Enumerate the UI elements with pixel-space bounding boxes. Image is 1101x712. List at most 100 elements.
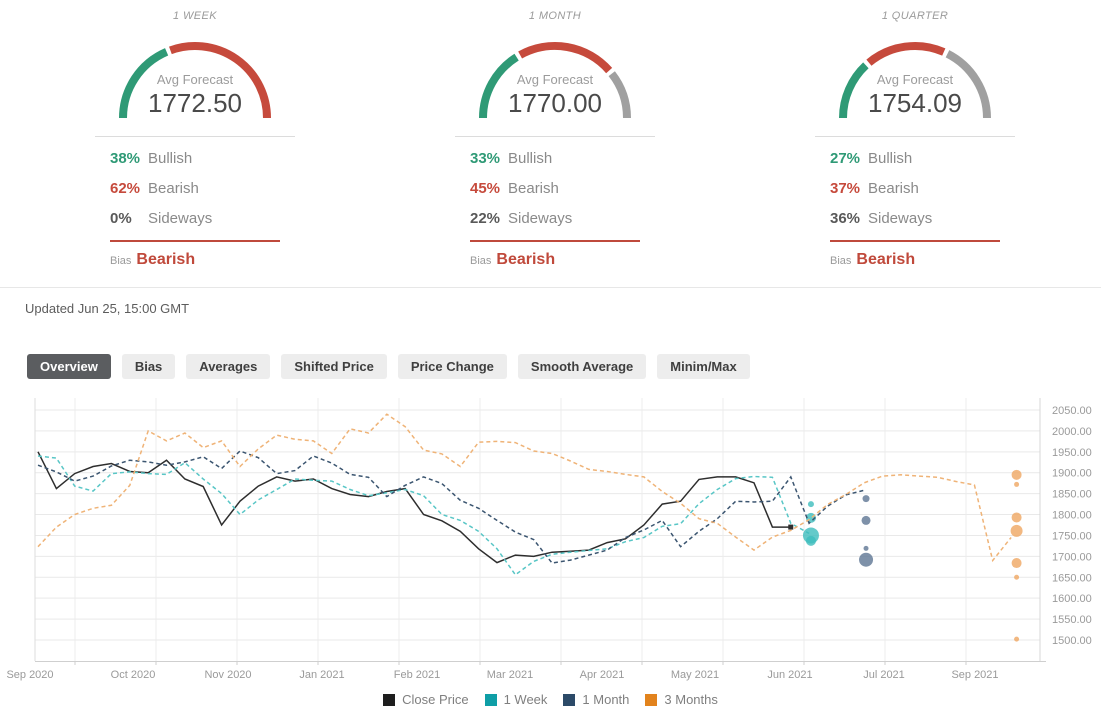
forecast-card-1-quarter: 1 QUARTER Avg Forecast 1754.09 27% Bullis…	[815, 10, 1015, 269]
tab-averages[interactable]: Averages	[186, 354, 271, 379]
forecast-card-1-week: 1 WEEK Avg Forecast 1772.50 38% Bullish 6…	[95, 10, 295, 269]
legend-label: 1 Week	[503, 692, 548, 707]
tab-smooth-average[interactable]: Smooth Average	[517, 354, 647, 379]
svg-text:Mar 2021: Mar 2021	[487, 669, 533, 681]
legend-label: Close Price	[402, 692, 469, 707]
bias-row: Bias Bearish	[470, 251, 655, 269]
svg-text:1550.00: 1550.00	[1052, 614, 1092, 626]
svg-text:1800.00: 1800.00	[1052, 510, 1092, 522]
one-month-swatch	[563, 693, 576, 706]
svg-text:1900.00: 1900.00	[1052, 468, 1092, 480]
chart-legend: Close Price 1 Week 1 Month 3 Months	[0, 692, 1101, 707]
bearish-pct: 62%	[110, 180, 141, 197]
stat-row-sideways: 0% Sideways	[110, 210, 295, 228]
avg-forecast-label: Avg Forecast	[876, 72, 954, 87]
card-period-title: 1 WEEK	[173, 10, 217, 22]
legend-3-months[interactable]: 3 Months	[645, 692, 718, 707]
sideways-label: Sideways	[868, 210, 933, 227]
legend-1-week[interactable]: 1 Week	[484, 692, 548, 707]
svg-text:Jun 2021: Jun 2021	[767, 669, 812, 681]
svg-text:Nov 2020: Nov 2020	[204, 669, 251, 681]
forecast-dashboard: { "colors":{"bullish":"#2f9a76","bearish…	[0, 0, 1101, 712]
svg-text:2000.00: 2000.00	[1052, 426, 1092, 438]
svg-text:2050.00: 2050.00	[1052, 405, 1092, 417]
svg-text:1750.00: 1750.00	[1052, 530, 1092, 542]
stat-row-bearish: 37% Bearish	[830, 180, 1015, 198]
svg-text:Sep 2021: Sep 2021	[951, 669, 998, 681]
avg-forecast-label: Avg Forecast	[516, 72, 594, 87]
bullish-pct: 33%	[470, 150, 501, 167]
legend-close-price[interactable]: Close Price	[383, 692, 469, 707]
tab-bias[interactable]: Bias	[121, 354, 176, 379]
bias-row: Bias Bearish	[830, 251, 1015, 269]
bias-row: Bias Bearish	[110, 251, 295, 269]
sideways-pct: 22%	[470, 210, 501, 227]
bias-value: Bearish	[136, 251, 196, 268]
sideways-label: Sideways	[508, 210, 573, 227]
svg-text:1650.00: 1650.00	[1052, 572, 1092, 584]
bearish-label: Bearish	[508, 180, 559, 197]
sentiment-stats: 38% Bullish 62% Bearish 0% Sideways	[95, 137, 295, 228]
bullish-pct: 38%	[110, 150, 141, 167]
svg-text:1950.00: 1950.00	[1052, 447, 1092, 459]
bias-divider	[470, 240, 640, 242]
avg-forecast-label: Avg Forecast	[156, 72, 234, 87]
stat-row-bearish: 45% Bearish	[470, 180, 655, 198]
tab-overview[interactable]: Overview	[27, 354, 111, 379]
sideways-pct: 36%	[830, 210, 861, 227]
legend-1-month[interactable]: 1 Month	[563, 692, 629, 707]
svg-text:Jan 2021: Jan 2021	[299, 669, 344, 681]
one-week-swatch	[484, 693, 497, 706]
bias-label: Bias	[830, 255, 852, 267]
price-chart-canvas: 2050.00 2000.00 1950.00 1900.00 1850.00 1800.…	[6, 398, 1092, 681]
stat-row-sideways: 36% Sideways	[830, 210, 1015, 228]
avg-forecast-value: 1770.00	[508, 88, 602, 118]
legend-label: 3 Months	[664, 692, 718, 707]
section-divider	[0, 287, 1101, 288]
forecast-card-1-month: 1 MONTH Avg Forecast 1770.00 33% Bullish …	[455, 10, 655, 269]
avg-forecast-value: 1772.50	[148, 88, 242, 118]
bias-value: Bearish	[496, 251, 556, 268]
tab-shifted-price[interactable]: Shifted Price	[281, 354, 387, 379]
bias-label: Bias	[470, 255, 492, 267]
svg-text:May 2021: May 2021	[671, 669, 719, 681]
svg-text:Sep 2020: Sep 2020	[6, 669, 53, 681]
three-months-swatch	[645, 693, 658, 706]
sentiment-stats: 33% Bullish 45% Bearish 22% Sideways	[455, 137, 655, 228]
sentiment-stats: 27% Bullish 37% Bearish 36% Sideways	[815, 137, 1015, 228]
tab-price-change[interactable]: Price Change	[397, 354, 507, 379]
svg-text:Apr 2021: Apr 2021	[580, 669, 625, 681]
stat-row-bearish: 62% Bearish	[110, 180, 295, 198]
bearish-pct: 45%	[470, 180, 501, 197]
bias-value: Bearish	[856, 251, 916, 268]
updated-timestamp: Updated Jun 25, 15:00 GMT	[25, 301, 190, 316]
svg-text:1700.00: 1700.00	[1052, 551, 1092, 563]
tab-minim-max[interactable]: Minim/Max	[657, 354, 750, 379]
gauge-wrap: Avg Forecast 1770.00	[455, 28, 655, 137]
stat-row-bullish: 38% Bullish	[110, 150, 295, 168]
forecast-price-chart: 2050.00 2000.00 1950.00 1900.00 1850.00 1800.…	[0, 392, 1101, 712]
card-period-title: 1 QUARTER	[881, 10, 949, 22]
bullish-pct: 27%	[830, 150, 861, 167]
stat-row-bullish: 33% Bullish	[470, 150, 655, 168]
card-period-title: 1 MONTH	[528, 10, 582, 22]
bias-divider	[110, 240, 280, 242]
svg-text:1600.00: 1600.00	[1052, 593, 1092, 605]
svg-text:Jul 2021: Jul 2021	[863, 669, 905, 681]
bullish-label: Bullish	[508, 150, 553, 167]
bearish-pct: 37%	[830, 180, 861, 197]
bearish-label: Bearish	[868, 180, 919, 197]
stat-row-bullish: 27% Bullish	[830, 150, 1015, 168]
close-price-swatch	[383, 693, 396, 706]
bullish-label: Bullish	[148, 150, 193, 167]
sideways-label: Sideways	[148, 210, 213, 227]
bias-label: Bias	[110, 255, 132, 267]
svg-text:1500.00: 1500.00	[1052, 635, 1092, 647]
legend-label: 1 Month	[582, 692, 630, 707]
svg-text:1850.00: 1850.00	[1052, 489, 1092, 501]
bias-divider	[830, 240, 1000, 242]
gauge-wrap: Avg Forecast 1772.50	[95, 28, 295, 137]
stat-row-sideways: 22% Sideways	[470, 210, 655, 228]
gauge-wrap: Avg Forecast 1754.09	[815, 28, 1015, 137]
bearish-label: Bearish	[148, 180, 199, 197]
